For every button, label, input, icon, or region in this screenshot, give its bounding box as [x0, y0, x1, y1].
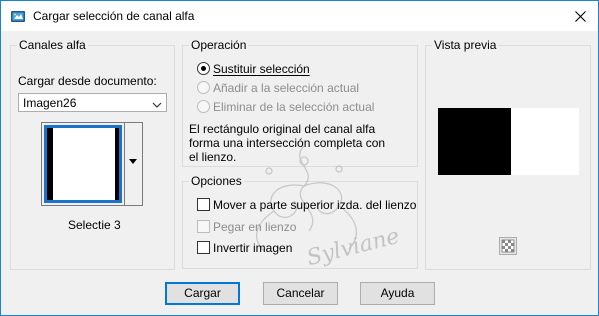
selection-name: Selectie 3 — [68, 218, 121, 232]
radio-label-remove: Eliminar de la selección actual — [213, 100, 375, 114]
dialog-window: Cargar selección de canal alfa Canales a… — [0, 0, 599, 316]
checkbox[interactable] — [197, 220, 210, 233]
load-button[interactable]: Cargar — [165, 282, 240, 305]
checkbox-label-invert-image: Invertir imagen — [213, 241, 293, 255]
title-bar[interactable]: Cargar selección de canal alfa — [1, 1, 598, 31]
radio-button[interactable] — [197, 100, 210, 113]
document-select[interactable]: Imagen26 — [18, 93, 167, 112]
operation-group-title: Operación — [189, 38, 249, 52]
thumbnail-dropdown-button[interactable] — [125, 122, 143, 206]
alpha-channels-group-title: Canales alfa — [17, 38, 88, 52]
cancel-button[interactable]: Cancelar — [263, 282, 338, 305]
preview-image-white — [511, 108, 579, 175]
dropdown-arrow-icon — [129, 159, 137, 164]
close-button[interactable] — [562, 1, 598, 31]
radio-label-add: Añadir a la selección actual — [213, 81, 360, 95]
selection-thumbnail[interactable] — [41, 122, 125, 206]
radio-button[interactable] — [197, 62, 210, 75]
preview-zoom-button[interactable] — [499, 237, 517, 255]
thumbnail-image-white — [53, 128, 115, 200]
radio-label-replace: Sustituir selección — [213, 62, 310, 76]
window-title: Cargar selección de canal alfa — [33, 9, 195, 23]
checker-preview-icon — [501, 239, 515, 253]
operation-note-line1: El rectángulo original del canal alfa — [189, 122, 376, 136]
help-button[interactable]: Ayuda — [360, 282, 435, 305]
checkbox-label-move-top-left: Mover a parte superior izda. del lienzo — [213, 198, 417, 212]
preview-image-black — [438, 108, 511, 175]
source-document-label: Cargar desde documento: — [18, 74, 157, 88]
document-select-value: Imagen26 — [23, 96, 77, 110]
checkbox[interactable] — [197, 198, 210, 211]
radio-button[interactable] — [197, 81, 210, 94]
checkbox-label-paste-canvas: Pegar en lienzo — [213, 220, 297, 234]
close-icon — [574, 10, 586, 22]
checkbox[interactable] — [197, 241, 210, 254]
paint-app-icon — [10, 8, 26, 24]
preview-group-title: Vista previa — [432, 38, 499, 52]
chevron-down-icon — [152, 98, 162, 112]
